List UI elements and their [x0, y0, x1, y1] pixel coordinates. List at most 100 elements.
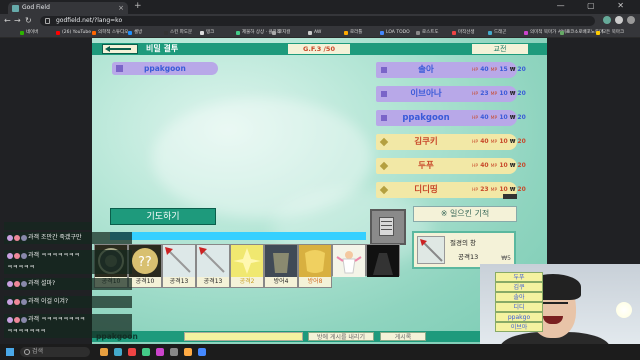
- bookmark-item[interactable]: 모든 북마크: [596, 29, 624, 37]
- app-icon[interactable]: [100, 348, 108, 356]
- app-icon[interactable]: [128, 348, 136, 356]
- miracle-button[interactable]: ※ 일으킨 기적: [413, 206, 517, 222]
- bookmark-item[interactable]: (26) YouTube: [56, 29, 91, 37]
- document-icon: [379, 217, 394, 236]
- item-card[interactable]: ?? 공격10: [128, 244, 162, 288]
- player-row[interactable]: 솔아 HP 40 MP 15 ₩ 20: [376, 62, 526, 78]
- bookmark-item[interactable]: 탱크: [200, 29, 214, 37]
- item-label: 공격13: [197, 277, 229, 287]
- extension-icon[interactable]: [603, 16, 611, 24]
- gold-label: ₩: [509, 139, 516, 145]
- app-icon[interactable]: [198, 348, 206, 356]
- heart-icon: [14, 234, 20, 241]
- close-tab-icon[interactable]: ×: [118, 2, 124, 14]
- mp-value: 15: [499, 66, 508, 73]
- app-icon[interactable]: [114, 348, 122, 356]
- app-icon[interactable]: [170, 348, 178, 356]
- question-orb-icon: ??: [132, 248, 158, 274]
- bookmark-item[interactable]: LOA TODO: [380, 29, 410, 37]
- player-name: 김쿠키: [414, 137, 438, 147]
- post-log-button[interactable]: 게시록: [380, 332, 426, 341]
- window-controls[interactable]: — ▢ ✕: [557, 1, 634, 10]
- app-icon[interactable]: [184, 348, 192, 356]
- player-stats: HP 40 MP 15 ₩ 20: [472, 66, 526, 75]
- bookmark-favicon-icon: [56, 31, 60, 35]
- chat-text: 과객 이걸 이겨?: [28, 298, 69, 305]
- item-card[interactable]: 방어4: [264, 244, 298, 288]
- bookmark-item[interactable]: 로지컬: [272, 29, 290, 37]
- side-player-item[interactable]: ppakgo: [495, 312, 543, 322]
- windows-start-icon[interactable]: [6, 348, 14, 356]
- bookmark-item[interactable]: 스킨 파도문: [164, 29, 192, 37]
- item-card[interactable]: [366, 244, 400, 277]
- bookmark-favicon-icon: [128, 31, 132, 35]
- message-input[interactable]: [184, 332, 303, 341]
- gold-value: 20: [517, 186, 526, 193]
- bookmark-item[interactable]: 셀방: [128, 29, 142, 37]
- chat-input-strip[interactable]: [4, 222, 92, 230]
- hp-label: HP: [472, 188, 479, 193]
- player-name: ppakgoon: [402, 113, 450, 123]
- browser-tab[interactable]: God Field ×: [8, 2, 128, 14]
- heart-icon: [14, 298, 20, 305]
- bookmark-item[interactable]: 네이버: [20, 29, 38, 37]
- bookmark-item[interactable]: 로스트도: [416, 29, 439, 37]
- app-icon[interactable]: [142, 348, 150, 356]
- back-arrow-icon[interactable]: ←: [4, 16, 11, 25]
- item-card[interactable]: 공격13: [162, 244, 196, 288]
- reload-icon[interactable]: ↻: [25, 16, 32, 25]
- bookmark-label: 셀방: [134, 30, 143, 35]
- bookmark-item[interactable]: 마작선생: [452, 29, 475, 37]
- side-player-item[interactable]: 김쿠: [495, 282, 543, 292]
- player-row[interactable]: 김쿠키 HP 40 MP 10 ₩ 20: [376, 134, 526, 150]
- discard-slot[interactable]: [370, 209, 406, 245]
- dark-marker: [503, 194, 517, 199]
- bookmark-favicon-icon: [524, 31, 528, 35]
- back-button[interactable]: [102, 44, 138, 54]
- card-name: 절경의 창: [450, 239, 476, 247]
- badge-icon: [21, 316, 27, 323]
- tab-title: God Field: [22, 4, 50, 11]
- profile-icon[interactable]: [615, 16, 623, 24]
- bookmark-item[interactable]: AW: [308, 29, 321, 37]
- new-tab-icon[interactable]: +: [134, 1, 142, 11]
- gold-label: ₩: [509, 115, 516, 121]
- app-icon[interactable]: [156, 348, 164, 356]
- side-player-item[interactable]: 두푸: [495, 272, 543, 282]
- player-row[interactable]: ppakgoon HP 40 MP 10 ₩ 20: [376, 110, 526, 126]
- bookmark-favicon-icon: [272, 31, 276, 35]
- player-row[interactable]: 두푸 HP 40 MP 10 ₩ 20: [376, 158, 526, 174]
- chat-message: 과객 ㅋㅋㅋㅋㅋㅋㅋ ㅋㅋㅋㅋㅋ: [4, 250, 132, 274]
- gold-label: ₩: [509, 163, 516, 169]
- game-bottom-bar: ppakgoon 방에 게시를 내리기 게시록: [92, 331, 547, 342]
- bookmark-item[interactable]: 드래곤: [488, 29, 506, 37]
- url-text: godfield.net/?lang=ko: [56, 17, 123, 24]
- url-field[interactable]: godfield.net/?lang=ko: [40, 16, 595, 26]
- pray-button[interactable]: 기도하기: [110, 208, 216, 225]
- item-card[interactable]: [332, 244, 366, 277]
- item-card[interactable]: 방어8: [298, 244, 332, 288]
- taskbar-search[interactable]: 검색: [20, 347, 90, 357]
- bookmark-item[interactable]: 로라틀: [344, 29, 362, 37]
- badge-icon: [21, 298, 27, 305]
- side-player-item[interactable]: 이브아: [495, 322, 543, 332]
- chat-message: 과객 설마?: [4, 278, 132, 290]
- trade-button[interactable]: 교전: [472, 44, 528, 54]
- player-row[interactable]: 디디띵 HP 23 MP 10 ₩ 20: [376, 182, 526, 198]
- bookmark-label: 로라틀: [350, 30, 363, 35]
- player-row[interactable]: 이브아나 HP 23 MP 10 ₩ 20: [376, 86, 526, 102]
- bookmark-item[interactable]: 의학적 스튜디오: [92, 29, 128, 37]
- item-card[interactable]: 공격2: [230, 244, 264, 288]
- item-card[interactable]: 공격13: [196, 244, 230, 288]
- badge-icon: [21, 234, 27, 241]
- player-stats: HP 40 MP 10 ₩ 20: [472, 162, 526, 171]
- menu-icon[interactable]: [627, 16, 635, 24]
- chat-message: 과객 조만간 죽겠구만: [4, 232, 132, 244]
- side-player-item[interactable]: 솔아: [495, 292, 543, 302]
- mp-label: MP: [490, 116, 498, 121]
- bookmark-favicon-icon: [236, 31, 240, 35]
- room-notice-button[interactable]: 방에 게시를 내리기: [308, 332, 374, 341]
- side-player-item[interactable]: 디디: [495, 302, 543, 312]
- forward-arrow-icon[interactable]: →: [14, 16, 21, 25]
- player-stats: HP 40 MP 10 ₩ 20: [472, 138, 526, 147]
